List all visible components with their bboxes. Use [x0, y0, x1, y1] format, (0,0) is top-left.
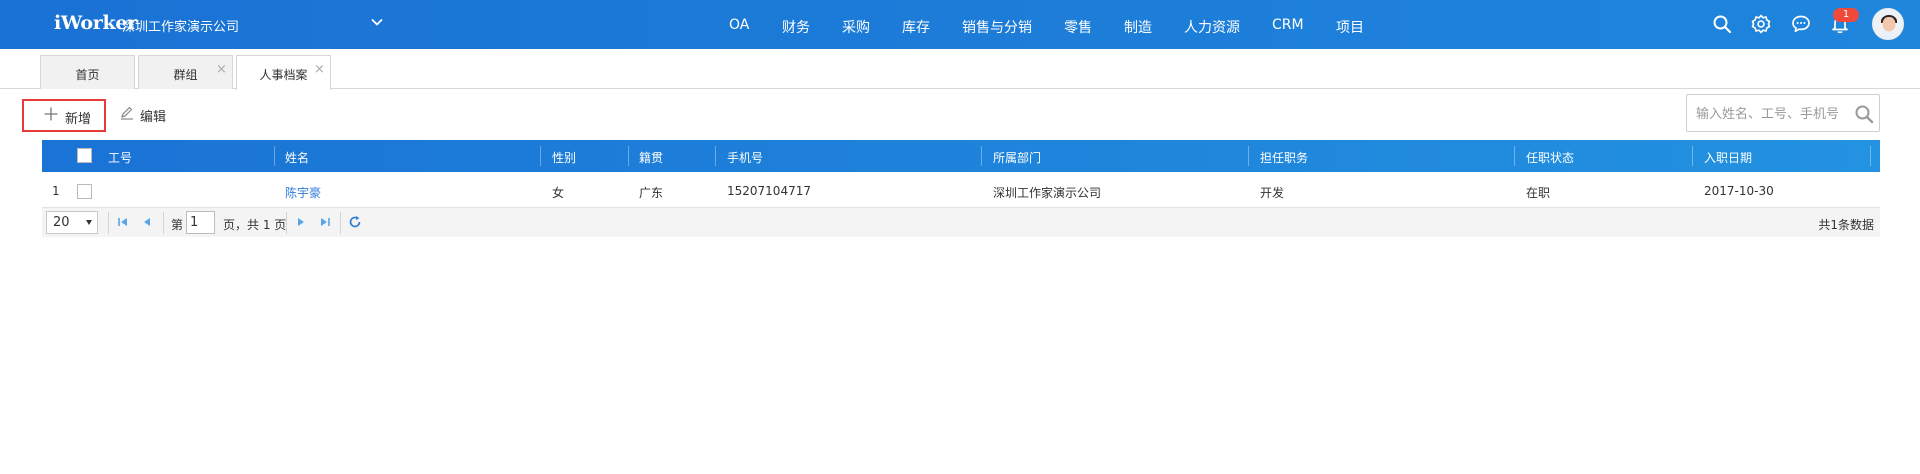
nav-item-finance[interactable]: 财务	[782, 17, 810, 37]
last-page-icon[interactable]	[318, 215, 332, 229]
tab-label: 首页	[75, 68, 100, 82]
pager-divider	[340, 212, 341, 234]
cell-position: 开发	[1260, 186, 1285, 200]
nav-item-manufacturing[interactable]: 制造	[1124, 17, 1152, 37]
cell-status: 在职	[1526, 186, 1551, 200]
column-header-join-date[interactable]: 入职日期	[1704, 149, 1752, 166]
column-header-status[interactable]: 任职状态	[1526, 149, 1574, 166]
page-size-select[interactable]: 20	[46, 211, 98, 234]
page-label-prefix: 第	[171, 218, 184, 232]
nav-item-crm[interactable]: CRM	[1272, 17, 1304, 33]
first-page-icon[interactable]	[116, 215, 130, 229]
table-row[interactable]: 1 陈宇豪 女 广东 15207104717 深圳工作家演示公司 开发 在职 2…	[42, 178, 1880, 206]
column-divider	[628, 146, 629, 166]
cell-join-date: 2017-10-30	[1704, 184, 1774, 198]
column-header-emp-no[interactable]: 工号	[108, 149, 132, 166]
grid-header: 工号 姓名 性别 籍贯 手机号 所属部门 担任职务 任职状态 入职日期	[42, 140, 1880, 172]
nav-item-oa[interactable]: OA	[729, 17, 749, 33]
row-index: 1	[52, 184, 60, 198]
column-divider	[1514, 146, 1515, 166]
cell-department: 深圳工作家演示公司	[993, 186, 1102, 200]
chat-icon[interactable]	[1790, 13, 1812, 35]
column-header-hometown[interactable]: 籍贯	[639, 149, 663, 166]
column-header-department[interactable]: 所属部门	[993, 149, 1041, 166]
tab-home[interactable]: 首页	[40, 55, 135, 89]
page-number-input[interactable]: 1	[186, 211, 215, 234]
cell-gender: 女	[552, 186, 565, 200]
pagination-bar: 20 第 1 页，共 1 页 共1条数据	[42, 207, 1880, 237]
plus-icon	[44, 107, 58, 121]
column-header-position[interactable]: 担任职务	[1260, 149, 1308, 166]
search-box	[1686, 94, 1880, 132]
cell-hometown: 广东	[639, 186, 664, 200]
cell-phone: 15207104717	[727, 184, 811, 198]
add-button[interactable]: 新增	[22, 99, 106, 132]
notification-badge: 1	[1833, 8, 1859, 22]
search-input[interactable]	[1696, 104, 1846, 124]
gear-icon[interactable]	[1750, 13, 1772, 35]
select-all-checkbox[interactable]	[77, 148, 92, 163]
close-icon[interactable]: ×	[216, 63, 228, 76]
top-header: iWorker 深圳工作家演示公司 OA 财务 采购 库存 销售与分销 零售 制…	[0, 0, 1920, 49]
nav-item-sales[interactable]: 销售与分销	[962, 17, 1032, 37]
next-page-icon[interactable]	[294, 215, 308, 229]
main-nav: OA 财务 采购 库存 销售与分销 零售 制造 人力资源 CRM 项目	[0, 0, 1920, 49]
column-divider	[274, 146, 275, 166]
column-divider	[715, 146, 716, 166]
close-icon[interactable]: ×	[314, 63, 326, 76]
column-header-phone[interactable]: 手机号	[727, 149, 763, 166]
search-icon[interactable]	[1854, 104, 1874, 124]
page-size-value: 20	[53, 215, 70, 230]
prev-page-icon[interactable]	[140, 215, 154, 229]
tab-strip: 首页 群组 × 人事档案 ×	[0, 49, 1920, 90]
column-divider	[540, 146, 541, 166]
caret-down-icon	[86, 220, 92, 225]
search-icon[interactable]	[1711, 13, 1733, 35]
column-divider	[1692, 146, 1693, 166]
cell-name-link[interactable]: 陈宇豪	[285, 184, 321, 201]
refresh-icon[interactable]	[348, 215, 362, 229]
column-divider	[1248, 146, 1249, 166]
column-divider	[981, 146, 982, 166]
nav-item-inventory[interactable]: 库存	[902, 17, 930, 37]
pager-divider	[108, 212, 109, 234]
edit-button-label: 编辑	[140, 110, 167, 125]
avatar[interactable]	[1872, 8, 1904, 40]
column-header-gender[interactable]: 性别	[552, 149, 576, 166]
pencil-icon	[120, 106, 134, 120]
pager-divider	[286, 212, 287, 234]
column-header-name[interactable]: 姓名	[285, 149, 309, 166]
nav-item-purchase[interactable]: 采购	[842, 17, 870, 37]
pager-divider	[163, 212, 164, 234]
nav-item-retail[interactable]: 零售	[1064, 17, 1092, 37]
row-checkbox[interactable]	[77, 184, 92, 199]
tab-groups[interactable]: 群组 ×	[138, 55, 233, 89]
column-divider	[1870, 146, 1871, 166]
total-count: 共1条数据	[1818, 218, 1874, 232]
tab-personnel-records[interactable]: 人事档案 ×	[236, 55, 331, 90]
nav-item-project[interactable]: 项目	[1336, 17, 1364, 37]
edit-button[interactable]: 编辑	[118, 102, 178, 126]
add-button-label: 新增	[65, 112, 92, 127]
page-label-suffix: 页，共 1 页	[223, 218, 287, 232]
nav-item-hr[interactable]: 人力资源	[1184, 17, 1240, 37]
